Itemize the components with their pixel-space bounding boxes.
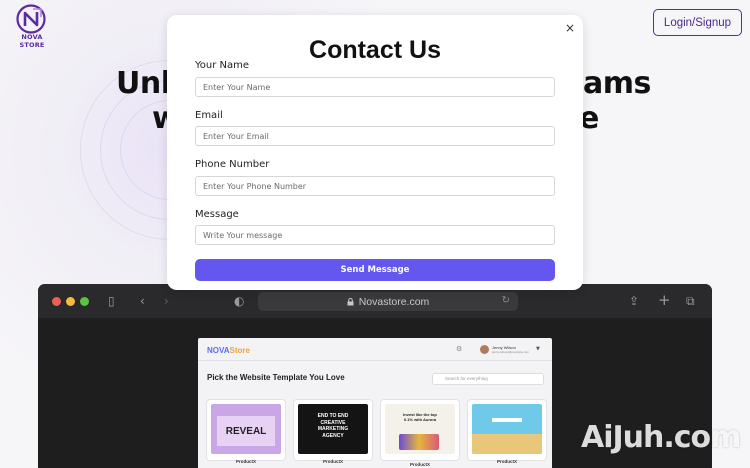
watermark-text: AiJuh.com xyxy=(581,420,741,455)
close-icon[interactable]: × xyxy=(565,21,575,35)
contact-modal: Contact Us × Your Name Email Phone Numbe… xyxy=(167,15,583,290)
email-label: Email xyxy=(195,110,223,121)
name-field[interactable] xyxy=(195,77,555,97)
phone-field[interactable] xyxy=(195,176,555,196)
phone-label: Phone Number xyxy=(195,159,270,170)
email-field[interactable] xyxy=(195,126,555,146)
send-message-button[interactable]: Send Message xyxy=(195,259,555,281)
message-field[interactable] xyxy=(195,225,555,245)
name-label: Your Name xyxy=(195,60,250,71)
message-label: Message xyxy=(195,209,239,220)
